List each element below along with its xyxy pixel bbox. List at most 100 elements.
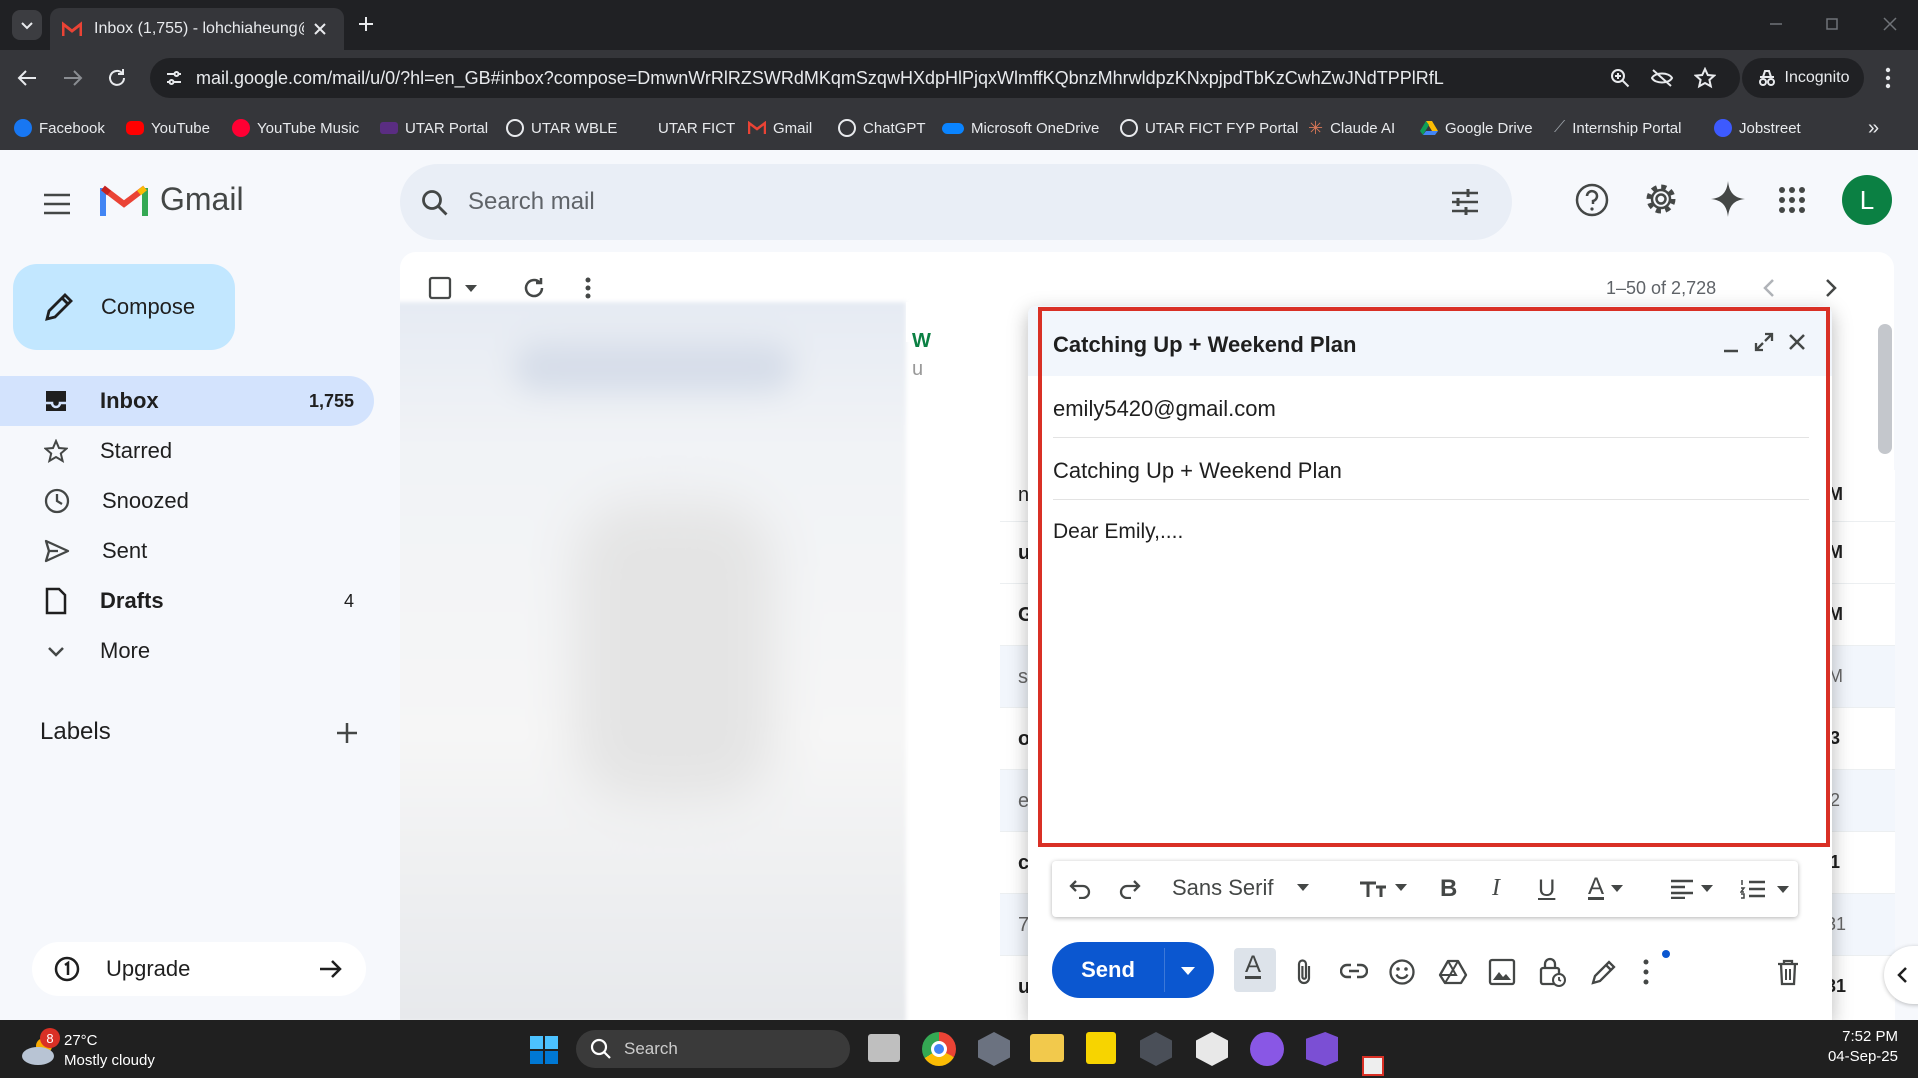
text-color-button[interactable]: A	[1588, 875, 1624, 900]
underline-button[interactable]: U	[1538, 875, 1555, 903]
select-dropdown-icon[interactable]	[464, 284, 478, 294]
incognito-badge[interactable]: Incognito	[1742, 58, 1864, 98]
settings-gear-icon[interactable]	[1642, 180, 1680, 218]
gemini-sparkle-icon[interactable]	[1710, 180, 1746, 218]
task-view-icon[interactable]	[868, 1034, 900, 1062]
bookmark-facebook[interactable]: Facebook	[14, 106, 105, 150]
url-field[interactable]: mail.google.com/mail/u/0/?hl=en_GB#inbox…	[150, 58, 1740, 98]
refresh-icon[interactable]	[522, 276, 546, 300]
prev-page-icon[interactable]	[1762, 278, 1776, 298]
nav-snoozed[interactable]: Snoozed	[0, 476, 374, 526]
signature-pen-icon[interactable]	[1590, 958, 1616, 986]
expand-compose-icon[interactable]	[1754, 332, 1774, 352]
chrome-icon[interactable]	[922, 1032, 956, 1066]
more-actions-icon[interactable]	[584, 276, 592, 300]
unity-editor-icon[interactable]	[1196, 1032, 1228, 1066]
close-window-icon[interactable]	[1882, 16, 1898, 32]
nav-more[interactable]: More	[0, 626, 374, 676]
help-icon[interactable]	[1574, 182, 1610, 218]
search-bar[interactable]: Search mail	[400, 164, 1512, 240]
nav-inbox[interactable]: Inbox 1,755	[0, 376, 374, 426]
reload-icon[interactable]	[106, 67, 128, 89]
insert-photo-icon[interactable]	[1488, 958, 1516, 986]
site-info-icon[interactable]	[164, 68, 184, 88]
compose-header[interactable]: Catching Up + Weekend Plan	[1028, 306, 1832, 376]
close-compose-icon[interactable]	[1788, 333, 1806, 351]
numbered-list-icon[interactable]	[1740, 879, 1766, 899]
visual-studio-icon[interactable]	[1306, 1032, 1338, 1066]
attach-file-icon[interactable]	[1294, 958, 1314, 986]
snipping-tool-icon[interactable]	[1362, 1056, 1384, 1076]
unity-icon[interactable]	[978, 1032, 1010, 1066]
more-options-icon[interactable]	[1642, 958, 1650, 986]
bookmark-google-drive[interactable]: Google Drive	[1420, 106, 1533, 150]
back-icon[interactable]	[16, 68, 38, 88]
confidential-mode-icon[interactable]	[1538, 956, 1566, 988]
bookmark-utar-fict[interactable]: UTAR FICT	[658, 106, 735, 150]
main-menu-icon[interactable]	[42, 192, 72, 216]
font-family-select[interactable]: Sans Serif	[1172, 875, 1310, 901]
close-tab-icon[interactable]	[312, 21, 328, 37]
more-bookmarks-icon[interactable]: »	[1868, 106, 1879, 150]
tab-gmail[interactable]: Inbox (1,755) - lohchiaheung@	[50, 8, 344, 50]
file-explorer-icon[interactable]	[1030, 1034, 1064, 1062]
scrollbar-thumb[interactable]	[1878, 324, 1892, 454]
bookmark-claude[interactable]: ✳ Claude AI	[1308, 106, 1395, 150]
bookmark-utar-fict-fyp[interactable]: UTAR FICT FYP Portal	[1120, 106, 1298, 150]
next-page-icon[interactable]	[1824, 278, 1838, 298]
select-all-checkbox[interactable]	[428, 276, 452, 300]
compose-button[interactable]: Compose	[13, 264, 235, 350]
undo-icon[interactable]	[1068, 877, 1092, 899]
minimize-window-icon[interactable]	[1768, 16, 1784, 32]
search-input[interactable]: Search mail	[468, 188, 595, 216]
zoom-icon[interactable]	[1610, 68, 1630, 88]
apps-grid-icon[interactable]	[1778, 186, 1806, 214]
to-recipient-chip[interactable]: emily5420@gmail.com	[1053, 396, 1276, 422]
bookmark-internship-portal[interactable]: ⟋ Internship Portal	[1554, 106, 1681, 150]
taskbar-search[interactable]: Search	[576, 1030, 850, 1068]
bookmark-youtube-music[interactable]: YouTube Music	[232, 106, 359, 150]
browser-menu-icon[interactable]	[1884, 66, 1892, 90]
windows-start-icon[interactable]	[530, 1036, 558, 1064]
bookmark-star-icon[interactable]	[1694, 67, 1716, 89]
bookmark-utar-wble[interactable]: UTAR WBLE	[506, 106, 617, 150]
redo-icon[interactable]	[1118, 877, 1142, 899]
weather-widget[interactable]: 8 27°C Mostly cloudy	[20, 1028, 200, 1072]
github-desktop-icon[interactable]	[1250, 1032, 1284, 1066]
search-options-icon[interactable]	[1450, 188, 1480, 216]
message-body[interactable]: Dear Emily,....	[1053, 500, 1809, 830]
formatting-options-button[interactable]: A	[1234, 948, 1276, 992]
add-label-icon[interactable]	[334, 720, 360, 746]
subject-field[interactable]: Catching Up + Weekend Plan	[1053, 438, 1809, 500]
forward-icon[interactable]	[62, 68, 84, 88]
eye-off-icon[interactable]	[1650, 68, 1674, 88]
nav-sent[interactable]: Sent	[0, 526, 374, 576]
nav-starred[interactable]: Starred	[0, 426, 374, 476]
maximize-window-icon[interactable]	[1824, 16, 1840, 32]
bold-button[interactable]: B	[1440, 875, 1457, 903]
align-button[interactable]	[1670, 879, 1714, 899]
insert-link-icon[interactable]	[1340, 962, 1368, 980]
send-button[interactable]: Send	[1052, 942, 1164, 998]
nav-drafts[interactable]: Drafts 4	[0, 576, 374, 626]
new-tab-icon[interactable]	[356, 14, 376, 34]
send-options-icon[interactable]	[1180, 966, 1196, 976]
account-avatar[interactable]: L	[1842, 175, 1892, 225]
upgrade-button[interactable]: Upgrade	[32, 942, 366, 996]
bookmark-gmail[interactable]: Gmail	[748, 106, 812, 150]
bookmark-youtube[interactable]: YouTube	[126, 106, 210, 150]
minimize-compose-icon[interactable]	[1722, 336, 1740, 354]
bookmark-utar-portal[interactable]: UTAR Portal	[380, 106, 488, 150]
sticky-notes-icon[interactable]	[1086, 1032, 1116, 1064]
to-field[interactable]: emily5420@gmail.com	[1053, 376, 1809, 438]
google-drive-insert-icon[interactable]	[1438, 958, 1468, 986]
gmail-logo[interactable]: Gmail	[100, 180, 244, 218]
bookmark-onedrive[interactable]: Microsoft OneDrive	[942, 106, 1099, 150]
emoji-icon[interactable]	[1388, 958, 1416, 986]
bookmark-chatgpt[interactable]: ChatGPT	[838, 106, 926, 150]
italic-button[interactable]: I	[1492, 875, 1500, 902]
font-size-button[interactable]	[1358, 877, 1408, 899]
bookmark-jobstreet[interactable]: Jobstreet	[1714, 106, 1801, 150]
tab-search-button[interactable]	[12, 10, 42, 40]
search-icon[interactable]	[420, 188, 450, 218]
